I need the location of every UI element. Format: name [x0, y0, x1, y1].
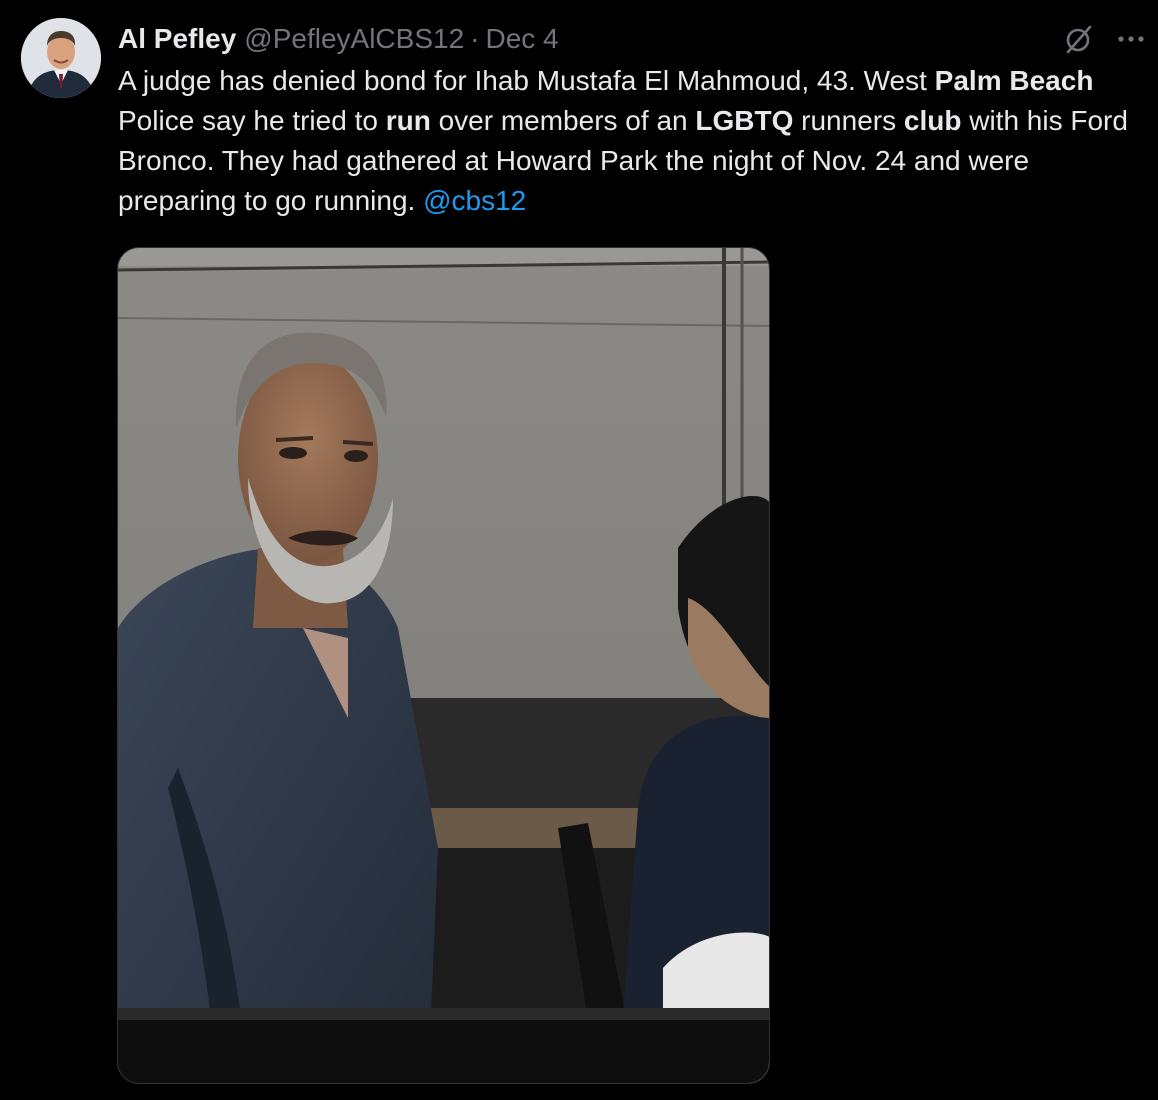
more-icon[interactable]: [1114, 20, 1148, 58]
tweet-header: Al Pefley @PefleyAlCBS12 · Dec 4: [118, 19, 559, 59]
tweet: Al Pefley @PefleyAlCBS12 · Dec 4 A judge…: [0, 0, 1158, 1100]
text-segment-bold: club: [903, 105, 962, 136]
header-separator: ·: [470, 23, 480, 54]
author-handle[interactable]: @PefleyAlCBS12: [244, 21, 464, 57]
text-segment: A judge has denied bond for Ihab Mustafa…: [118, 65, 935, 96]
text-segment: runners: [793, 105, 904, 136]
author-display-name[interactable]: Al Pefley: [118, 21, 236, 57]
tweet-text: A judge has denied bond for Ihab Mustafa…: [118, 61, 1138, 221]
tweet-date[interactable]: Dec 4: [485, 21, 558, 57]
text-segment: over members of an: [430, 105, 696, 136]
text-segment-bold: Palm Beach: [934, 65, 1094, 96]
mention-link[interactable]: @cbs12: [423, 185, 526, 216]
text-segment-bold: LGBTQ: [695, 105, 794, 136]
avatar[interactable]: [21, 18, 101, 98]
text-segment-bold: run: [385, 105, 431, 136]
tweet-photo[interactable]: [117, 247, 770, 1084]
text-segment: Police say he tried to: [118, 105, 386, 136]
grok-icon[interactable]: [1060, 20, 1098, 58]
